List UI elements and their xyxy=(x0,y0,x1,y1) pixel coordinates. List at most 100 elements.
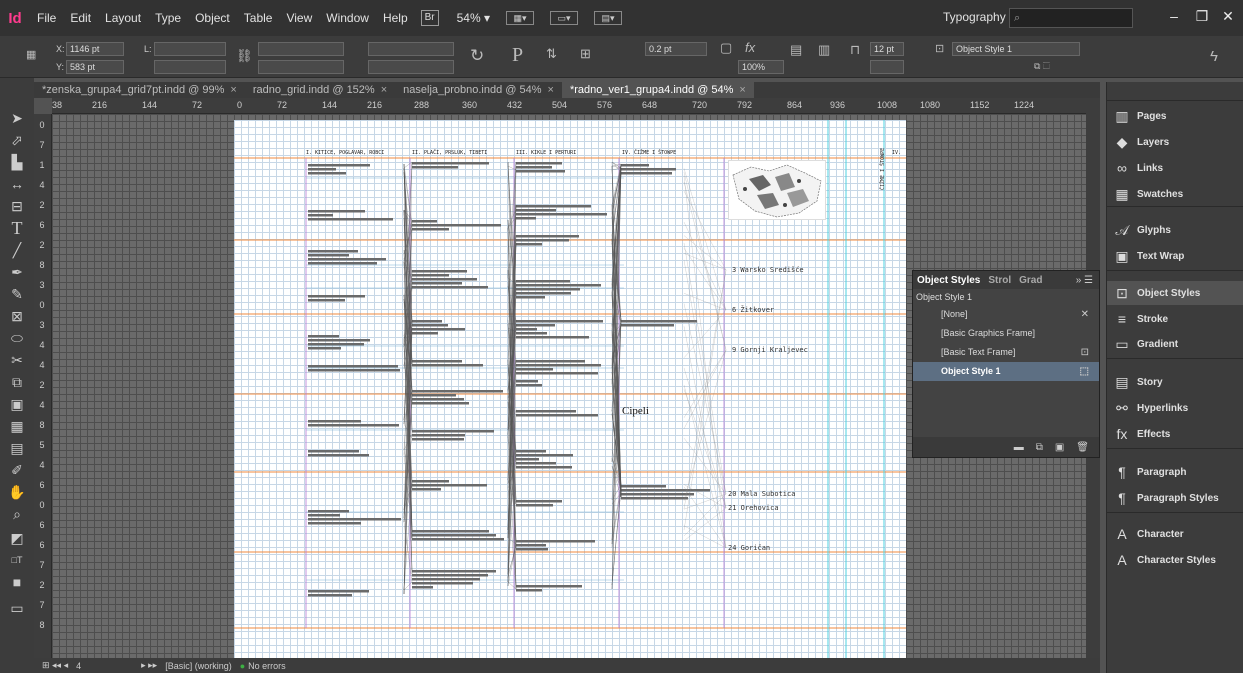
dock-pages[interactable]: ▥ Pages xyxy=(1107,104,1243,128)
opacity-field[interactable]: 100% xyxy=(738,60,784,74)
menu-object[interactable]: Object xyxy=(188,0,237,36)
column-title-5[interactable]: IV. xyxy=(892,150,901,156)
dock-effects[interactable]: fx Effects xyxy=(1107,422,1243,446)
tab-radno-ver1[interactable]: *radno_ver1_grupa4.indd @ 54% × xyxy=(561,82,754,98)
screen-mode-icon[interactable]: ▭▾ xyxy=(550,11,579,25)
menu-layout[interactable]: Layout xyxy=(98,0,148,36)
height-field[interactable] xyxy=(154,60,226,74)
dock-swatches[interactable]: ▦ Swatches xyxy=(1107,182,1243,206)
scale-y-field[interactable] xyxy=(258,60,344,74)
column-title-1[interactable]: I. KITICE, POGLAVAR, ROBCI xyxy=(306,150,384,156)
gradient-feather-tool-icon[interactable]: ▦ xyxy=(6,416,28,436)
dock-character[interactable]: A Character xyxy=(1107,522,1243,546)
pen-tool-icon[interactable]: ✒ xyxy=(6,262,28,282)
page-nav-icon[interactable]: ⊞ ◂◂ ◂ xyxy=(42,660,68,671)
menu-window[interactable]: Window xyxy=(319,0,376,36)
town-label[interactable]: 3 Warsko Središće xyxy=(732,266,804,274)
arrange-documents-icon[interactable]: ▤▾ xyxy=(594,11,623,25)
text-wrap-icon[interactable]: ▤ xyxy=(790,42,802,58)
rectangle-frame-tool-icon[interactable]: ⊠ xyxy=(6,306,28,326)
fill-stroke-icon[interactable]: ◩ xyxy=(6,528,28,548)
style-none[interactable]: [None] ✕ xyxy=(913,305,1099,324)
tab-object-styles[interactable]: Object Styles xyxy=(913,275,984,286)
workspace-switcher[interactable]: Typography ▾ xyxy=(943,10,1015,24)
menu-file[interactable]: File xyxy=(30,0,63,36)
pencil-tool-icon[interactable]: ✎ xyxy=(6,284,28,304)
apply-color-icon[interactable]: ■ xyxy=(6,572,28,592)
wrap-around-icon[interactable]: ▥ xyxy=(818,42,830,58)
tab-gradient[interactable]: Grad xyxy=(1015,275,1046,286)
clear-overrides-icon[interactable]: ⧉ ⬚ xyxy=(1034,61,1050,72)
dock-paragraph[interactable]: ¶ Paragraph xyxy=(1107,460,1243,484)
bridge-button[interactable]: Br xyxy=(420,10,439,26)
tab-stroke[interactable]: Strol xyxy=(984,275,1015,286)
page-tool-icon[interactable]: ▙ xyxy=(6,152,28,172)
trash-icon[interactable]: 🗑 xyxy=(1076,442,1089,453)
gutter-field[interactable]: 12 pt xyxy=(870,42,904,56)
note-tool-icon[interactable]: ▤ xyxy=(6,438,28,458)
free-transform-tool-icon[interactable]: ⧉ xyxy=(6,372,28,392)
fx-icon[interactable]: fx xyxy=(745,40,755,55)
town-label[interactable]: 24 Goričan xyxy=(728,544,770,552)
select-container-icon[interactable]: ⊞ xyxy=(580,46,591,62)
type-on-path-icon[interactable]: P xyxy=(512,44,523,67)
document-page[interactable]: I. KITICE, POGLAVAR, ROBCI II. PLAČI, PR… xyxy=(234,120,906,658)
clear-overrides-icon[interactable]: ⧉ xyxy=(1036,442,1043,453)
tab-radno-grid[interactable]: radno_grid.indd @ 152% × xyxy=(245,82,395,98)
working-style-label[interactable]: [Basic] (working) xyxy=(165,661,232,671)
column-title-3[interactable]: III. KIKLE I PERTURI xyxy=(516,150,576,156)
new-style-icon[interactable]: ▣ xyxy=(1055,442,1064,453)
menu-edit[interactable]: Edit xyxy=(63,0,98,36)
x-position-field[interactable]: 1146 pt xyxy=(66,42,124,56)
dock-hyperlinks[interactable]: ⚯ Hyperlinks xyxy=(1107,396,1243,420)
town-label[interactable]: 9 Gornji Kraljevec xyxy=(732,346,808,354)
auto-size-field[interactable] xyxy=(870,60,904,74)
style-basic-graphics-frame[interactable]: [Basic Graphics Frame] xyxy=(913,324,1099,343)
close-icon[interactable]: × xyxy=(739,84,745,96)
preflight-status[interactable]: No errors xyxy=(248,661,286,671)
direct-selection-tool-icon[interactable]: ⬀ xyxy=(6,130,28,150)
drop-shadow-icon[interactable]: ▢ xyxy=(720,40,732,56)
menu-table[interactable]: Table xyxy=(237,0,280,36)
town-label[interactable]: 21 Orehovica xyxy=(728,504,779,512)
dock-story[interactable]: ▤ Story xyxy=(1107,370,1243,394)
dock-glyphs[interactable]: 𝒜 Glyphs xyxy=(1107,218,1243,242)
eyedropper-tool-icon[interactable]: ✐ xyxy=(6,460,28,480)
tab-zenska[interactable]: *zenska_grupa4_grid7pt.indd @ 99% × xyxy=(34,82,245,98)
style-object-style-1[interactable]: Object Style 1 ⬚ xyxy=(913,362,1099,381)
dock-links[interactable]: ∞ Links xyxy=(1107,156,1243,180)
constrain-proportions-icon[interactable]: ⛓ xyxy=(236,48,253,64)
hand-tool-icon[interactable]: ✋ xyxy=(6,482,28,502)
town-label[interactable]: 6 Žitkover xyxy=(732,306,774,314)
columns-icon[interactable]: ⊓ xyxy=(850,42,860,58)
flip-icon[interactable]: ⇅ xyxy=(546,46,557,62)
zoom-level-dropdown[interactable]: 54% ▾ xyxy=(457,11,490,25)
dock-text-wrap[interactable]: ▣ Text Wrap xyxy=(1107,244,1243,268)
annotation-text[interactable]: Cipeli xyxy=(622,405,649,417)
dock-stroke[interactable]: ≡ Stroke xyxy=(1107,307,1243,331)
dock-gradient[interactable]: ▭ Gradient xyxy=(1107,332,1243,356)
stroke-weight-field[interactable]: 0.2 pt xyxy=(645,42,707,56)
shear-field[interactable] xyxy=(368,60,454,74)
view-options-icon[interactable]: ▦▾ xyxy=(506,11,535,25)
object-style-dropdown[interactable]: Object Style 1 xyxy=(952,42,1080,56)
zoom-tool-icon[interactable]: ⌕ xyxy=(6,504,28,524)
page-nav-next-icon[interactable]: ▸ ▸▸ xyxy=(141,660,157,671)
dock-character-styles[interactable]: A Character Styles xyxy=(1107,548,1243,572)
close-icon[interactable]: × xyxy=(381,84,387,96)
dock-paragraph-styles[interactable]: ¶ Paragraph Styles xyxy=(1107,486,1243,510)
column-title-2[interactable]: II. PLAČI, PRSLUK, TIBETI xyxy=(412,150,487,156)
type-tool-icon[interactable]: T xyxy=(6,218,28,238)
screen-mode-tool-icon[interactable]: ▭ xyxy=(6,598,28,618)
dock-object-styles[interactable]: ⊡ Object Styles xyxy=(1107,281,1243,305)
horizontal-ruler[interactable]: 38 216 144 72 0 72 144 216 288 360 432 504 576 648 720… xyxy=(52,98,1086,114)
tab-naselja[interactable]: naselja_probno.indd @ 54% × xyxy=(395,82,562,98)
menu-view[interactable]: View xyxy=(279,0,319,36)
folder-icon[interactable]: ▬ xyxy=(1014,442,1024,453)
formatting-affects-icon[interactable]: □T xyxy=(6,550,28,570)
page-number[interactable]: 4 xyxy=(76,661,81,671)
gap-tool-icon[interactable]: ↔ xyxy=(6,174,28,194)
restore-button[interactable]: ❐ xyxy=(1188,4,1216,30)
menu-help[interactable]: Help xyxy=(376,0,415,36)
rotation-field[interactable] xyxy=(368,42,454,56)
